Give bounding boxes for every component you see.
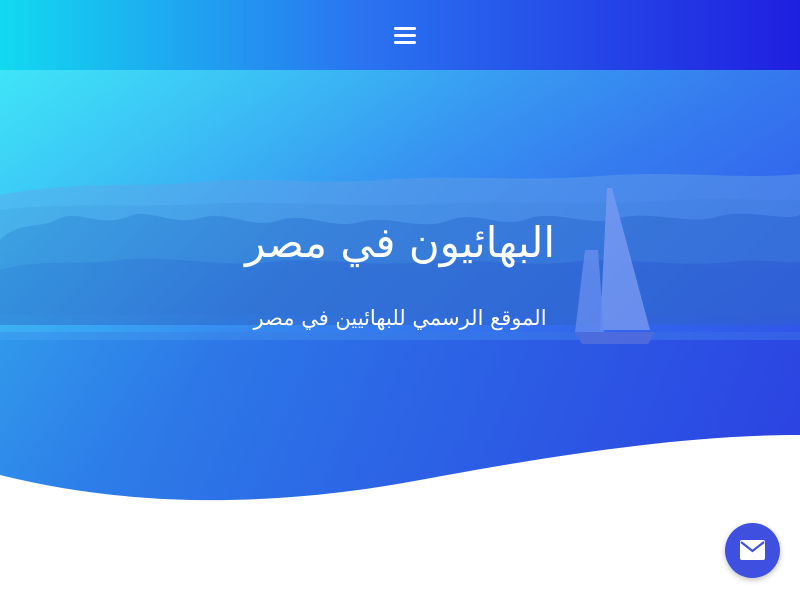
hamburger-menu-icon-bar bbox=[394, 34, 416, 37]
page: البهائيون في مصر الموقع الرسمي للبهائيين… bbox=[0, 0, 800, 600]
hero-title: البهائيون في مصر bbox=[244, 218, 556, 267]
hamburger-menu-icon-bar bbox=[394, 41, 416, 44]
envelope-icon bbox=[740, 540, 765, 560]
menu-button[interactable] bbox=[392, 24, 418, 46]
contact-button[interactable] bbox=[725, 523, 780, 578]
hamburger-menu-icon bbox=[394, 27, 416, 30]
top-navigation-bar bbox=[0, 0, 800, 70]
wave-divider bbox=[0, 435, 800, 600]
hero-subtitle: الموقع الرسمي للبهائيين في مصر bbox=[253, 306, 547, 330]
